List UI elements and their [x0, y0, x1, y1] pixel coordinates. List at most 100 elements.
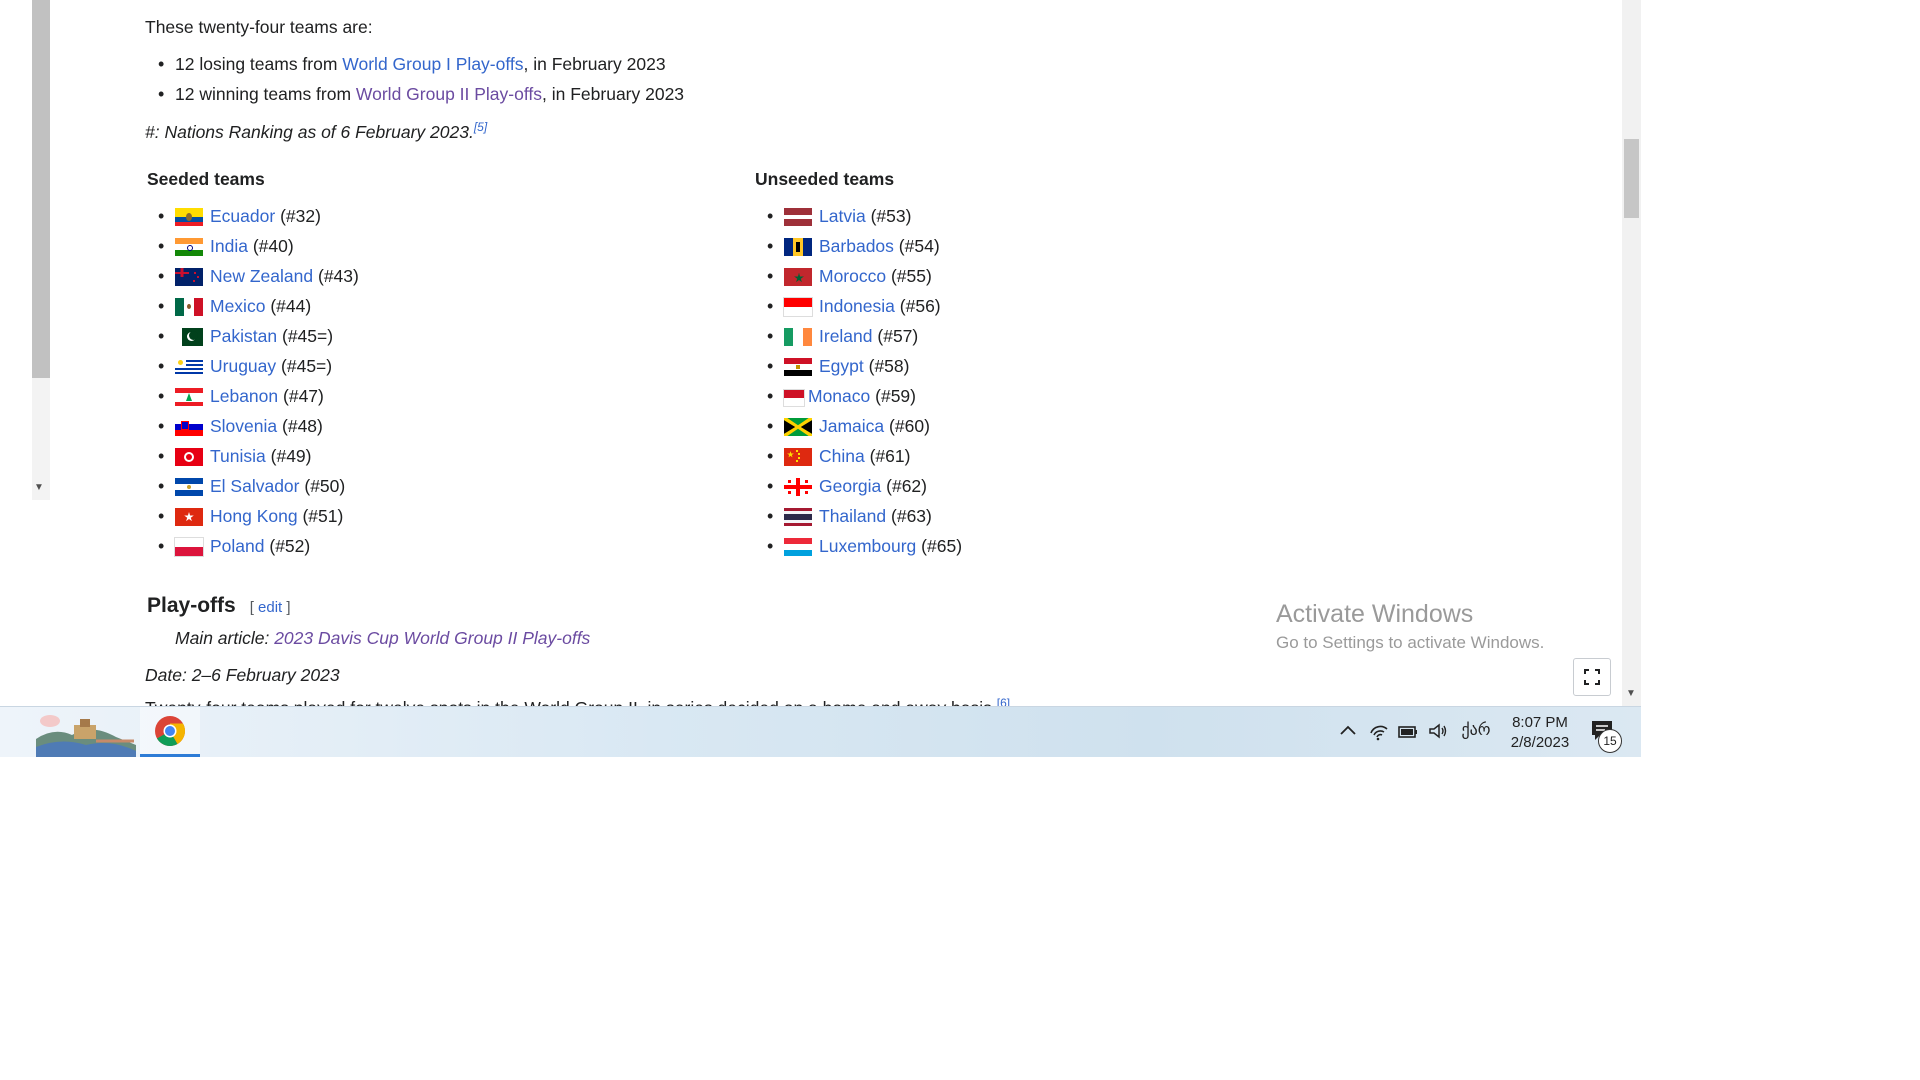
teams-intro-text: These twenty-four teams are:	[145, 17, 373, 37]
windows-taskbar: ქარ 8:07 PM 2/8/2023 15	[0, 706, 1641, 757]
team-link-china[interactable]: China	[819, 446, 865, 466]
chrome-icon	[155, 716, 185, 747]
team-list-item: Egypt (#58)	[754, 351, 962, 381]
chrome-taskbar-button[interactable]	[140, 707, 200, 757]
ecuador-flag-icon	[175, 208, 203, 226]
wifi-icon[interactable]	[1367, 719, 1391, 743]
team-list-item: Slovenia (#48)	[145, 411, 359, 441]
scroll-down-arrow-icon[interactable]: ▼	[34, 482, 44, 493]
team-link-poland[interactable]: Poland	[210, 536, 265, 556]
system-clock[interactable]: 8:07 PM 2/8/2023	[1502, 713, 1578, 753]
team-link-el-salvador[interactable]: El Salvador	[210, 476, 300, 496]
thailand-flag-icon	[784, 508, 812, 526]
team-ranking: (#54)	[898, 236, 940, 256]
team-link-hong-kong[interactable]: Hong Kong	[210, 506, 298, 526]
team-list-item: El Salvador (#50)	[145, 471, 359, 501]
team-list-item: Tunisia (#49)	[145, 441, 359, 471]
list-item: 12 winning teams from World Group II Pla…	[145, 79, 684, 109]
team-ranking: (#60)	[889, 416, 930, 436]
seeded-teams-list: Ecuador (#32) India (#40) New Zealand (#43…	[145, 201, 359, 561]
team-list-item: Uruguay (#45=)	[145, 351, 359, 381]
team-list-item: Lebanon (#47)	[145, 381, 359, 411]
ranking-note: #: Nations Ranking as of 6 February 2023…	[145, 120, 488, 142]
team-link-uruguay[interactable]: Uruguay	[210, 356, 276, 376]
battery-icon[interactable]	[1396, 719, 1420, 743]
widgets-button[interactable]	[36, 711, 136, 757]
new-zealand-flag-icon	[175, 268, 203, 286]
page-scrollbar-thumb[interactable]	[1624, 139, 1639, 218]
team-link-jamaica[interactable]: Jamaica	[819, 416, 884, 436]
team-link-monaco[interactable]: Monaco	[808, 386, 870, 406]
volume-icon[interactable]	[1426, 719, 1450, 743]
world-group-ii-playoffs-link[interactable]: World Group II Play-offs	[356, 84, 542, 104]
reference-5-link[interactable]: [5]	[474, 120, 487, 134]
team-ranking: (#63)	[891, 506, 932, 526]
team-link-morocco[interactable]: Morocco	[819, 266, 886, 286]
team-ranking: (#52)	[269, 536, 311, 556]
team-list-item: Morocco (#55)	[754, 261, 962, 291]
mexico-flag-icon	[175, 298, 203, 316]
team-list-item: Thailand (#63)	[754, 501, 962, 531]
team-ranking: (#47)	[283, 386, 324, 406]
page-scroll-down-arrow-icon[interactable]: ▼	[1626, 688, 1636, 699]
fullscreen-button[interactable]	[1573, 658, 1611, 696]
team-link-barbados[interactable]: Barbados	[819, 236, 894, 256]
team-ranking: (#61)	[869, 446, 911, 466]
team-link-tunisia[interactable]: Tunisia	[210, 446, 266, 466]
world-group-i-playoffs-link[interactable]: World Group I Play-offs	[342, 54, 523, 74]
morocco-flag-icon	[784, 268, 812, 286]
main-article-link[interactable]: 2023 Davis Cup World Group II Play-offs	[274, 628, 590, 648]
jamaica-flag-icon	[784, 418, 812, 436]
team-link-indonesia[interactable]: Indonesia	[819, 296, 895, 316]
luxembourg-flag-icon	[784, 538, 812, 556]
team-link-ecuador[interactable]: Ecuador	[210, 206, 275, 226]
team-link-egypt[interactable]: Egypt	[819, 356, 864, 376]
team-list-item: Mexico (#44)	[145, 291, 359, 321]
egypt-flag-icon	[784, 358, 812, 376]
chevron-up-icon[interactable]	[1336, 719, 1360, 743]
poland-flag-icon	[174, 537, 204, 557]
team-link-luxembourg[interactable]: Luxembourg	[819, 536, 916, 556]
language-indicator[interactable]: ქარ	[1458, 719, 1494, 743]
team-link-latvia[interactable]: Latvia	[819, 206, 866, 226]
team-link-thailand[interactable]: Thailand	[819, 506, 886, 526]
team-ranking: (#49)	[270, 446, 312, 466]
team-link-new-zealand[interactable]: New Zealand	[210, 266, 313, 286]
team-link-georgia[interactable]: Georgia	[819, 476, 881, 496]
team-link-india[interactable]: India	[210, 236, 248, 256]
team-ranking: (#59)	[875, 386, 916, 406]
team-ranking: (#40)	[252, 236, 294, 256]
team-list-item: Ecuador (#32)	[145, 201, 359, 231]
page-scrollbar-track[interactable]	[1622, 0, 1641, 706]
team-link-pakistan[interactable]: Pakistan	[210, 326, 277, 346]
activate-windows-watermark: Activate Windows Go to Settings to activ…	[1276, 600, 1545, 652]
monaco-flag-icon	[783, 389, 805, 407]
team-list-item: Pakistan (#45=)	[145, 321, 359, 351]
edit-playoffs-link[interactable]: edit	[258, 599, 282, 616]
team-list-item: Ireland (#57)	[754, 321, 962, 351]
team-link-ireland[interactable]: Ireland	[819, 326, 873, 346]
team-ranking: (#48)	[282, 416, 323, 436]
team-link-lebanon[interactable]: Lebanon	[210, 386, 278, 406]
left-panel-scrollbar-thumb[interactable]	[32, 0, 50, 378]
team-ranking: (#43)	[318, 266, 359, 286]
team-list-item: Monaco (#59)	[754, 381, 962, 411]
uruguay-flag-icon	[175, 358, 203, 376]
section-edit: [ edit ]	[249, 599, 291, 616]
team-list-item: Latvia (#53)	[754, 201, 962, 231]
reference-6-link[interactable]: [6]	[997, 696, 1010, 706]
team-list-item: Hong Kong (#51)	[145, 501, 359, 531]
team-ranking: (#32)	[280, 206, 321, 226]
pakistan-flag-icon	[175, 328, 203, 346]
playoffs-heading: Play-offs[ edit ]	[147, 594, 291, 617]
team-link-mexico[interactable]: Mexico	[210, 296, 265, 316]
team-ranking: (#62)	[886, 476, 927, 496]
team-ranking: (#53)	[870, 206, 912, 226]
team-ranking: (#58)	[868, 356, 910, 376]
team-link-slovenia[interactable]: Slovenia	[210, 416, 277, 436]
team-ranking: (#55)	[890, 266, 932, 286]
barbados-flag-icon	[784, 238, 812, 256]
team-list-item: Luxembourg (#65)	[754, 531, 962, 561]
expand-icon	[1584, 669, 1600, 685]
india-flag-icon	[175, 238, 203, 256]
